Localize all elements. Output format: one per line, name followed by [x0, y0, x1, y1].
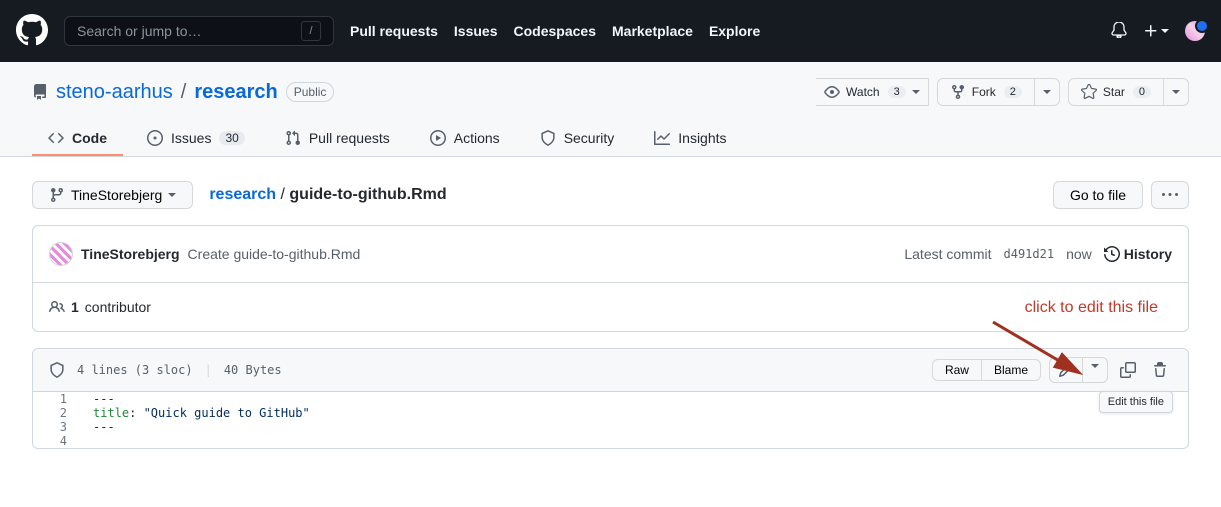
line-number[interactable]: 2: [33, 406, 83, 420]
code-line-4: [83, 434, 93, 448]
copy-button[interactable]: [1116, 358, 1140, 382]
fork-count: 2: [1004, 86, 1022, 98]
people-icon: [49, 299, 65, 315]
code-line-3: ---: [83, 420, 115, 434]
shield-icon: [49, 362, 65, 378]
commit-author-avatar[interactable]: [49, 242, 73, 266]
nav-marketplace[interactable]: Marketplace: [612, 23, 693, 39]
owner-link[interactable]: steno-aarhus: [56, 81, 173, 104]
search-input[interactable]: [77, 23, 277, 39]
commit-author[interactable]: TineStorebjerg: [81, 246, 180, 262]
line-number[interactable]: 3: [33, 420, 83, 434]
search-slash-hint: /: [301, 21, 321, 41]
star-dropdown[interactable]: [1164, 78, 1189, 106]
tab-issues[interactable]: Issues30: [131, 122, 261, 156]
code-line-2: title: "Quick guide to GitHub": [83, 406, 310, 420]
delete-button[interactable]: [1148, 358, 1172, 382]
issues-count: 30: [219, 131, 244, 145]
file-lines: 4 lines (3 sloc): [77, 363, 193, 377]
global-header: / Pull requests Issues Codespaces Market…: [0, 0, 1221, 62]
repo-sep: /: [181, 81, 187, 104]
branch-select[interactable]: TineStorebjerg: [32, 181, 193, 209]
code-line-1: ---: [83, 392, 115, 406]
commit-sha[interactable]: d491d21: [1004, 247, 1055, 261]
visibility-badge: Public: [286, 82, 335, 102]
breadcrumb-root[interactable]: research: [209, 186, 276, 203]
main-content: TineStorebjerg research / guide-to-githu…: [0, 157, 1221, 473]
star-count: 0: [1133, 86, 1151, 98]
contributor-count: 1: [71, 299, 79, 315]
breadcrumb-file: guide-to-github.Rmd: [289, 186, 446, 203]
line-number[interactable]: 4: [33, 434, 83, 448]
file-box: click to edit this file 4 lines (3 sloc)…: [32, 348, 1189, 449]
commit-time: now: [1066, 246, 1092, 262]
tab-code[interactable]: Code: [32, 122, 123, 156]
more-options-button[interactable]: [1151, 181, 1189, 209]
tab-insights[interactable]: Insights: [638, 122, 742, 156]
watch-button[interactable]: Watch3: [816, 78, 929, 106]
star-button[interactable]: Star0: [1068, 78, 1164, 106]
tab-security[interactable]: Security: [524, 122, 631, 156]
annotation-arrow: [988, 314, 1098, 384]
breadcrumb: research / guide-to-github.Rmd: [209, 186, 446, 204]
header-nav: Pull requests Issues Codespaces Marketpl…: [350, 23, 760, 39]
github-logo[interactable]: [16, 14, 48, 49]
notifications-icon[interactable]: [1111, 22, 1127, 41]
tab-actions[interactable]: Actions: [414, 122, 516, 156]
search-box[interactable]: /: [64, 16, 334, 46]
user-avatar[interactable]: [1185, 21, 1205, 41]
contributor-label: contributor: [85, 299, 151, 315]
go-to-file-button[interactable]: Go to file: [1053, 181, 1143, 209]
nav-issues[interactable]: Issues: [454, 23, 498, 39]
tab-pulls[interactable]: Pull requests: [269, 122, 406, 156]
fork-dropdown[interactable]: [1035, 78, 1060, 106]
nav-explore[interactable]: Explore: [709, 23, 760, 39]
fork-button[interactable]: Fork2: [937, 78, 1035, 106]
raw-button[interactable]: Raw: [932, 359, 982, 381]
code-area: 1--- 2title: "Quick guide to GitHub" 3--…: [33, 392, 1188, 448]
repo-link[interactable]: research: [194, 81, 277, 103]
edit-tooltip: Edit this file: [1099, 391, 1173, 413]
history-link[interactable]: History: [1104, 246, 1172, 262]
file-size: 40 Bytes: [224, 363, 282, 377]
line-number[interactable]: 1: [33, 392, 83, 406]
commit-message[interactable]: Create guide-to-github.Rmd: [188, 246, 361, 262]
create-new-dropdown[interactable]: [1143, 23, 1169, 39]
repo-icon: [32, 84, 48, 100]
watch-count: 3: [888, 86, 906, 98]
nav-codespaces[interactable]: Codespaces: [514, 23, 596, 39]
repo-header: steno-aarhus / research Public Watch3 Fo…: [0, 62, 1221, 157]
nav-pulls[interactable]: Pull requests: [350, 23, 438, 39]
latest-commit-label: Latest commit: [904, 246, 991, 262]
repo-tabs: Code Issues30 Pull requests Actions Secu…: [32, 122, 1189, 156]
